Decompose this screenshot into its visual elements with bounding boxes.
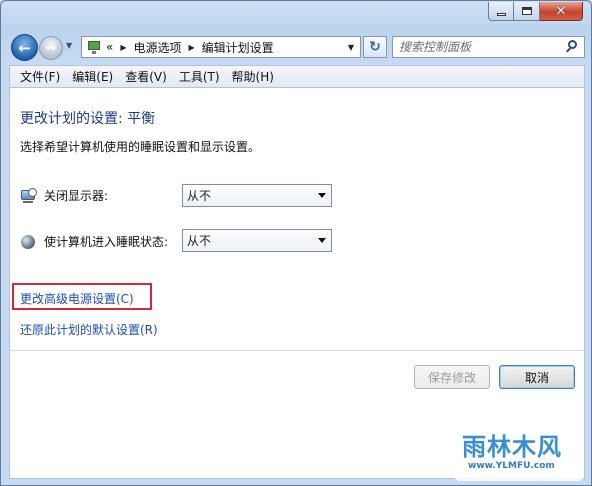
refresh-icon: ↻ [369,39,381,55]
refresh-button[interactable]: ↻ [363,36,387,58]
save-button[interactable]: 保存修改 [414,365,490,389]
watermark-logo: 雨林木风 www.YLMFU.com [454,421,584,481]
menu-view[interactable]: 查看(V) [119,68,173,85]
breadcrumb-power-options[interactable]: 电源选项 [134,39,182,56]
advanced-settings-link[interactable]: 更改高级电源设置(C) [20,290,134,307]
display-off-setting-label: 关闭显示器: [20,187,108,204]
watermark-text: 雨林木风 [462,433,562,461]
sleep-setting-label: 使计算机进入睡眠状态: [20,233,168,250]
back-arrow-icon: ← [18,38,31,57]
display-off-label: 关闭显示器: [44,189,109,203]
watermark-url: www.YLMFU.com [468,461,555,471]
navigation-bar: ← → ▼ « ▶ 电源选项 ▶ 编辑计划设置 ▼ ↻ [9,33,585,61]
search-input[interactable] [399,40,559,54]
menu-help[interactable]: 帮助(H) [226,68,280,85]
maximize-button[interactable] [514,2,540,21]
back-button[interactable]: ← [11,34,38,61]
chevron-down-icon [318,238,326,243]
breadcrumb-edit-plan[interactable]: 编辑计划设置 [202,39,274,56]
caption-buttons: ✕ [488,2,583,21]
page-description: 选择希望计算机使用的睡眠设置和显示设置。 [20,140,261,154]
restore-defaults-link[interactable]: 还原此计划的默认设置(R) [20,321,158,338]
forward-arrow-icon: → [45,40,57,56]
chevron-right-icon[interactable]: ▶ [189,43,195,52]
close-icon: ✕ [555,3,567,19]
search-icon[interactable] [565,40,579,54]
display-off-icon [20,187,38,204]
chevron-down-icon [318,193,326,198]
maximize-icon [521,7,532,15]
menu-bar: 文件(F) 编辑(E) 查看(V) 工具(T) 帮助(H) [9,65,585,87]
address-bar[interactable]: « ▶ 电源选项 ▶ 编辑计划设置 ▼ [81,36,361,58]
menu-edit[interactable]: 编辑(E) [66,68,119,85]
sleep-select[interactable]: 从不 [182,229,332,252]
divider [10,350,584,351]
sleep-value: 从不 [187,234,212,248]
cancel-button[interactable]: 取消 [499,365,575,389]
display-off-value: 从不 [187,189,212,203]
control-panel-window: ✕ ← → ▼ « ▶ 电源选项 ▶ 编辑计划设置 ▼ ↻ 文件(F) 编辑(E… [0,0,592,486]
search-box [392,36,585,58]
sleep-label: 使计算机进入睡眠状态: [44,235,169,249]
recent-pages-dropdown[interactable]: ▼ [66,41,72,50]
display-off-select[interactable]: 从不 [182,184,332,207]
address-dropdown-icon[interactable]: ▼ [342,37,360,57]
chevron-right-icon: ▶ [120,42,127,52]
forward-button[interactable]: → [39,36,63,60]
menu-tools[interactable]: 工具(T) [173,68,226,85]
close-button[interactable]: ✕ [540,2,583,21]
minimize-button[interactable] [488,2,514,21]
page-title: 更改计划的设置: 平衡 [20,111,156,127]
address-chevron[interactable]: « [106,40,113,54]
minimize-icon [496,12,506,16]
control-panel-icon [86,40,102,54]
menu-file[interactable]: 文件(F) [14,68,66,85]
sleep-moon-icon [20,234,38,250]
